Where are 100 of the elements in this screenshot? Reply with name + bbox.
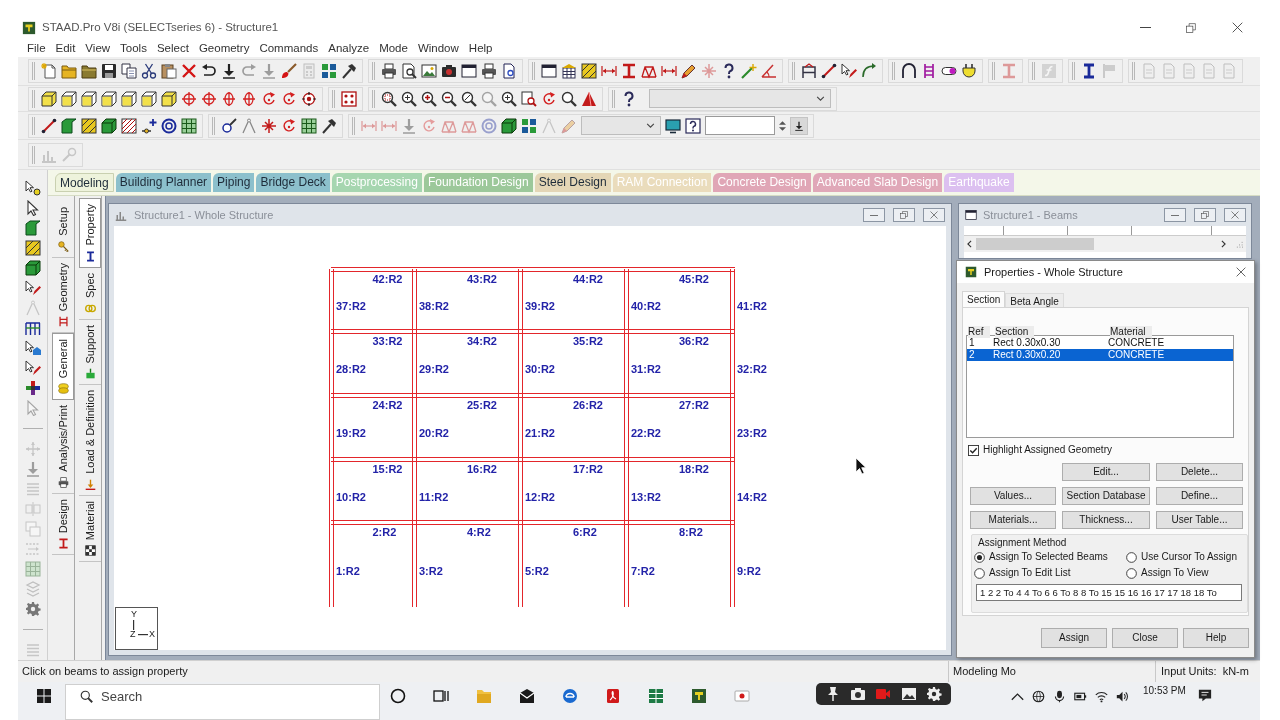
dropdown-field[interactable] xyxy=(581,116,661,135)
restore-icon[interactable] xyxy=(1186,22,1196,33)
angle-icon[interactable] xyxy=(761,63,777,79)
circle-icon[interactable] xyxy=(390,688,406,704)
dialog-tab[interactable]: Section xyxy=(962,291,1006,307)
printer-icon[interactable] xyxy=(57,476,69,488)
i-beam-icon[interactable] xyxy=(621,63,637,79)
frame-icon[interactable] xyxy=(57,316,69,328)
zoom-dynamic-icon[interactable] xyxy=(461,90,477,107)
ladder-icon[interactable] xyxy=(921,63,937,79)
cube-icon[interactable] xyxy=(81,90,97,107)
wand-icon[interactable] xyxy=(741,63,757,79)
plate-icon[interactable] xyxy=(24,240,41,256)
dimension-icon[interactable] xyxy=(661,63,677,79)
checker-icon[interactable] xyxy=(84,545,96,557)
menu-item[interactable]: Edit xyxy=(55,42,76,55)
close-icon[interactable] xyxy=(1236,267,1246,277)
cube-icon[interactable] xyxy=(161,90,177,107)
print-preview-icon[interactable] xyxy=(401,63,417,79)
pointer-icon[interactable] xyxy=(24,340,41,356)
search-icon[interactable] xyxy=(561,90,577,107)
dialog-button[interactable]: Close xyxy=(1112,628,1178,648)
clipboard-icon[interactable] xyxy=(161,63,177,79)
support-icon[interactable] xyxy=(84,368,96,380)
dialog-button[interactable]: Section Database xyxy=(1062,487,1150,505)
side-tab[interactable]: Load & Definition xyxy=(79,385,101,496)
cube-icon[interactable] xyxy=(101,90,117,107)
input-field[interactable] xyxy=(705,116,775,135)
mode-tab[interactable]: Bridge Deck xyxy=(256,173,330,192)
pencil-icon[interactable] xyxy=(681,63,697,79)
truss-icon[interactable] xyxy=(641,63,657,79)
member-icon[interactable] xyxy=(41,117,57,134)
search-field[interactable]: Search xyxy=(65,684,380,720)
rotate-icon[interactable] xyxy=(281,90,297,107)
window-button[interactable] xyxy=(1194,208,1216,222)
monitor-icon[interactable] xyxy=(665,117,681,134)
down-arrow-icon[interactable] xyxy=(794,120,804,131)
side-tab[interactable]: Material xyxy=(79,495,101,563)
plus-icon[interactable] xyxy=(24,380,41,396)
pointer-icon[interactable] xyxy=(24,360,41,376)
plate-icon[interactable] xyxy=(81,117,97,134)
notification-icon[interactable] xyxy=(1197,688,1212,702)
microphone-icon[interactable] xyxy=(1053,690,1066,703)
plate-icon[interactable] xyxy=(24,220,41,236)
node-add-icon[interactable] xyxy=(141,117,157,134)
side-tab[interactable]: Setup xyxy=(52,202,74,258)
window-button[interactable] xyxy=(1224,208,1246,222)
picture-icon[interactable] xyxy=(900,686,917,702)
menu-item[interactable]: Help xyxy=(468,42,493,55)
ring-icon[interactable] xyxy=(161,117,177,134)
window-icon[interactable] xyxy=(461,63,477,79)
hammer-icon[interactable] xyxy=(321,117,337,134)
grid-icon[interactable] xyxy=(301,117,317,134)
i-beam-icon[interactable] xyxy=(57,538,69,550)
member-icon[interactable] xyxy=(821,63,837,79)
window-button[interactable] xyxy=(893,208,915,222)
radio-button[interactable] xyxy=(974,551,985,563)
zoom-in-icon[interactable] xyxy=(421,90,437,107)
cube-icon[interactable] xyxy=(121,90,137,107)
building-icon[interactable] xyxy=(561,63,577,79)
zoom-window-icon[interactable] xyxy=(381,90,397,107)
hatch-icon[interactable] xyxy=(121,117,137,134)
menu-item[interactable]: Commands xyxy=(259,42,319,55)
globe-icon[interactable] xyxy=(1032,690,1045,703)
mode-tab[interactable]: Modeling xyxy=(55,173,114,192)
grid-icon[interactable] xyxy=(521,117,537,134)
side-tab[interactable]: General xyxy=(52,333,74,401)
copy-icon[interactable] xyxy=(121,63,137,79)
hammer-icon[interactable] xyxy=(341,63,357,79)
close-icon[interactable] xyxy=(930,211,938,219)
dialog-button[interactable]: Help xyxy=(1183,628,1249,648)
zoom-grid-icon[interactable] xyxy=(501,90,517,107)
pointer-icon[interactable] xyxy=(24,280,41,296)
pointer-icon[interactable] xyxy=(24,200,41,216)
dialog-button[interactable]: Delete... xyxy=(1156,463,1243,481)
radio-button[interactable] xyxy=(1126,567,1137,579)
menu-item[interactable]: Select xyxy=(156,42,189,55)
spin-up-icon[interactable] xyxy=(779,120,786,125)
restore-icon[interactable] xyxy=(1201,211,1209,219)
radio-button[interactable] xyxy=(974,567,985,579)
window-button[interactable] xyxy=(923,208,945,222)
plug-icon[interactable] xyxy=(961,63,977,79)
chevron-up-icon[interactable] xyxy=(1011,690,1024,703)
coins-icon[interactable] xyxy=(57,383,69,395)
crosshair-icon[interactable] xyxy=(241,90,257,107)
pyramid-icon[interactable] xyxy=(581,90,597,107)
mode-tab[interactable]: Building Planner xyxy=(115,173,212,192)
cross-icon[interactable] xyxy=(181,63,197,79)
plate-icon[interactable] xyxy=(61,117,77,134)
help-icon[interactable] xyxy=(685,117,701,134)
task-view-icon[interactable] xyxy=(433,688,449,704)
dialog-button[interactable]: Thickness... xyxy=(1062,511,1150,529)
dialog-button[interactable]: Values... xyxy=(970,487,1056,505)
window-icon[interactable] xyxy=(541,63,557,79)
side-tab[interactable]: Design xyxy=(52,493,74,556)
dialog-tab[interactable]: Beta Angle xyxy=(1005,293,1064,307)
scissors-icon[interactable] xyxy=(141,63,157,79)
chevron-right-icon[interactable] xyxy=(1221,240,1226,248)
checkbox[interactable] xyxy=(968,444,979,456)
i-beam-icon[interactable] xyxy=(1081,63,1097,79)
